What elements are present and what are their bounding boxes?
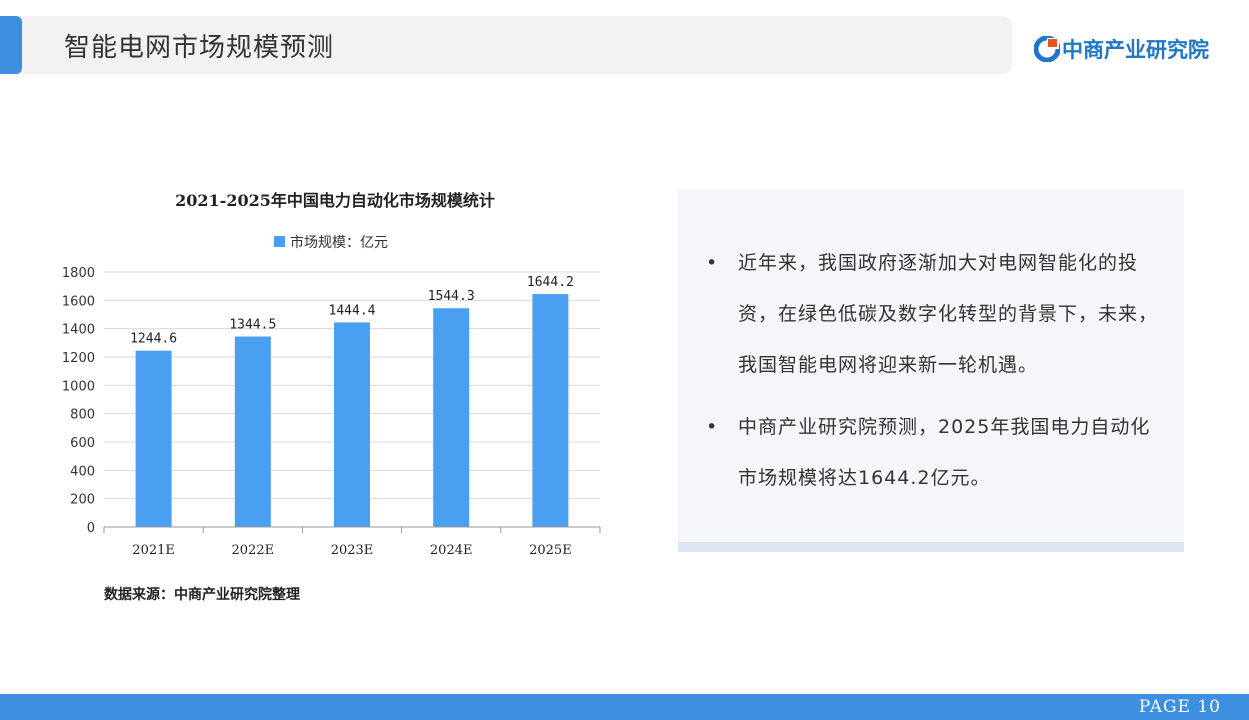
footer-bar xyxy=(0,694,1249,720)
logo: 中商产业研究院 xyxy=(1034,34,1209,64)
y-tick-label: 200 xyxy=(70,493,95,508)
bullet-marker: • xyxy=(706,252,718,274)
y-tick-label: 1600 xyxy=(62,294,95,309)
logo-icon xyxy=(1034,36,1060,62)
data-label: 1244.6 xyxy=(130,332,177,347)
summary-panel-edge xyxy=(678,542,1184,552)
chart-title: 2021-2025年中国电力自动化市场规模统计 xyxy=(175,191,495,210)
x-tick-label: 2023E xyxy=(331,543,374,558)
data-label: 1444.4 xyxy=(329,303,376,318)
bullet-text-1: 近年来，我国政府逐渐加大对电网智能化的投资，在绿色低碳及数字化转型的背景下，未来… xyxy=(738,252,1159,376)
x-tick-label: 2025E xyxy=(529,543,572,558)
source-note: 数据来源：中商产业研究院整理 xyxy=(104,587,300,603)
bar xyxy=(532,294,569,527)
bullet-marker: • xyxy=(706,416,718,438)
bar xyxy=(135,350,172,527)
legend-swatch xyxy=(274,236,285,247)
y-tick-label: 1400 xyxy=(62,323,95,338)
page-number: PAGE 10 xyxy=(1138,697,1221,717)
y-tick-label: 1000 xyxy=(62,379,95,394)
title-accent xyxy=(0,16,22,74)
y-tick-label: 600 xyxy=(70,436,95,451)
logo-text: 中商产业研究院 xyxy=(1062,38,1209,62)
x-tick-label: 2022E xyxy=(232,543,275,558)
bar-chart: 2021-2025年中国电力自动化市场规模统计 市场规模：亿元 1244.6 13… xyxy=(62,191,601,558)
legend-label: 市场规模：亿元 xyxy=(290,234,388,251)
page-title: 智能电网市场规模预测 xyxy=(64,33,335,63)
y-tick-label: 0 xyxy=(87,521,95,536)
y-tick-label: 800 xyxy=(70,408,95,423)
bullet-text-2: 中商产业研究院预测，2025年我国电力自动化市场规模将达1644.2亿元。 xyxy=(738,416,1151,489)
data-label: 1644.2 xyxy=(527,275,574,290)
y-tick-label: 1200 xyxy=(62,351,95,366)
x-tick-label: 2024E xyxy=(430,543,473,558)
x-tick-label: 2021E xyxy=(132,543,175,558)
y-tick-label: 400 xyxy=(70,464,95,479)
bar xyxy=(433,308,470,527)
data-label: 1344.5 xyxy=(229,318,276,333)
y-tick-label: 1800 xyxy=(62,266,95,281)
data-label: 1544.3 xyxy=(428,289,475,304)
bar xyxy=(234,336,271,527)
bar xyxy=(334,322,370,527)
